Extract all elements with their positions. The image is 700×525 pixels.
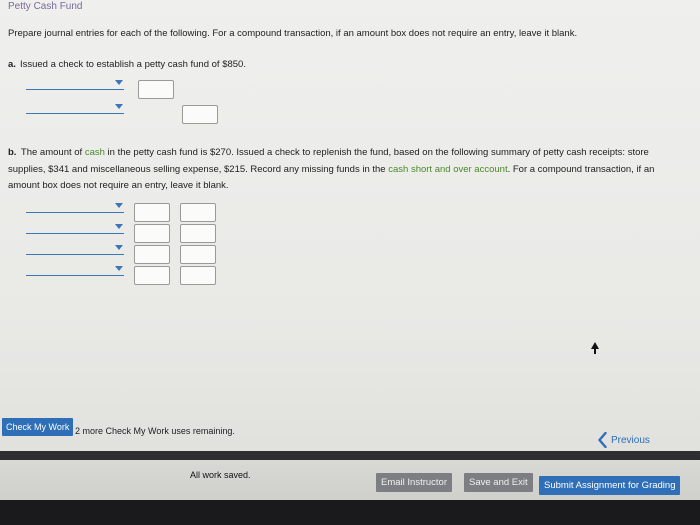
credit-amount-input[interactable]	[180, 245, 216, 264]
journal-row-b2	[26, 224, 216, 243]
journal-row-a2	[26, 104, 218, 124]
account-select[interactable]	[26, 104, 124, 114]
part-a-letter: a.	[8, 59, 16, 70]
debit-amount-input[interactable]	[134, 224, 170, 243]
credit-amount-input[interactable]	[182, 105, 218, 124]
footer-dark-strip	[0, 500, 700, 525]
credit-amount-input[interactable]	[180, 224, 216, 243]
previous-button[interactable]: Previous	[598, 432, 650, 448]
account-select[interactable]	[26, 224, 124, 234]
remaining-uses-text: 2 more Check My Work uses remaining.	[75, 426, 235, 436]
debit-amount-input[interactable]	[134, 266, 170, 285]
dropdown-arrow-icon	[115, 80, 123, 85]
page-title: Petty Cash Fund	[8, 1, 83, 12]
email-instructor-button[interactable]: Email Instructor	[376, 473, 452, 492]
cash-link[interactable]: cash	[85, 147, 105, 158]
part-b-letter: b.	[8, 147, 17, 158]
account-select[interactable]	[26, 80, 124, 90]
dropdown-arrow-icon	[115, 224, 123, 229]
part-b-prompt: b. The amount of cash in the petty cash …	[8, 145, 683, 195]
instructions-text: Prepare journal entries for each of the …	[8, 28, 578, 39]
debit-amount-input[interactable]	[138, 80, 174, 99]
journal-row-b4	[26, 266, 216, 285]
credit-amount-input[interactable]	[180, 203, 216, 222]
dropdown-arrow-icon	[115, 203, 123, 208]
journal-row-b1	[26, 203, 216, 222]
credit-amount-input[interactable]	[180, 266, 216, 285]
part-a-prompt: a. Issued a check to establish a petty ca…	[8, 59, 246, 70]
page: Petty Cash Fund Prepare journal entries …	[0, 0, 700, 525]
dropdown-arrow-icon	[115, 245, 123, 250]
footer-divider	[0, 451, 700, 460]
debit-amount-input[interactable]	[134, 203, 170, 222]
chevron-left-icon	[598, 432, 607, 448]
mouse-cursor-icon	[591, 342, 599, 354]
account-select[interactable]	[26, 266, 124, 276]
save-status: All work saved.	[190, 470, 251, 480]
account-select[interactable]	[26, 203, 124, 213]
debit-amount-input[interactable]	[134, 245, 170, 264]
submit-assignment-button[interactable]: Submit Assignment for Grading	[539, 476, 681, 495]
check-my-work-button[interactable]: Check My Work	[2, 418, 74, 436]
part-b-text: The amount of	[20, 147, 85, 158]
account-select[interactable]	[26, 245, 124, 255]
cash-short-over-link[interactable]: cash short and over account	[388, 164, 507, 175]
save-and-exit-button[interactable]: Save and Exit	[464, 473, 533, 492]
journal-row-b3	[26, 245, 216, 264]
previous-label: Previous	[611, 434, 650, 446]
part-a-text: Issued a check to establish a petty cash…	[19, 59, 246, 70]
dropdown-arrow-icon	[115, 104, 123, 109]
journal-row-a1	[26, 80, 174, 99]
dropdown-arrow-icon	[115, 266, 123, 271]
